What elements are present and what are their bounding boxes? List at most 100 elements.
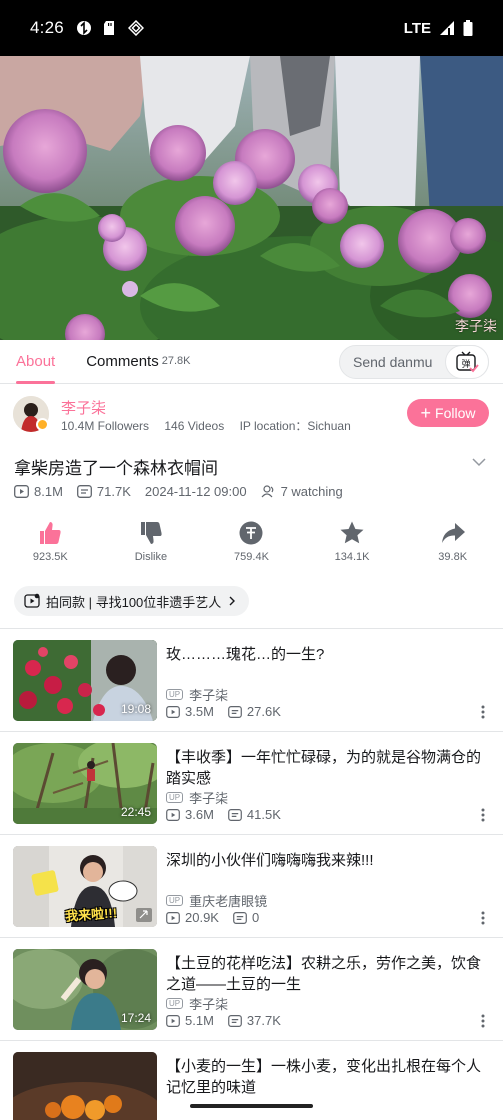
more-options-icon[interactable] — [481, 705, 485, 719]
uploader-name: 李子柒 — [189, 791, 229, 806]
video-thumbnail[interactable]: 17:24 — [13, 949, 157, 1030]
view-count: 3.5M — [185, 704, 214, 719]
thumbs-down-icon — [140, 522, 162, 544]
coin-count: 759.4K — [234, 551, 269, 563]
uploader-row: 李子柒 10.4M Followers 146 Videos IP locati… — [0, 392, 503, 436]
danmaku-count: 71.7K — [96, 484, 131, 499]
up-badge-icon: UP — [166, 998, 184, 1009]
list-item[interactable]: 22:45 【丰收季】一年忙忙碌碌，为的就是谷物满仓的踏实感 UP 李子柒 3.… — [0, 732, 503, 835]
danmu-input[interactable]: Send danmu 弹 — [339, 345, 489, 379]
coin-button[interactable]: 759.4K — [201, 520, 302, 572]
chevron-down-icon[interactable] — [471, 454, 487, 470]
watching-people-icon — [261, 485, 273, 498]
uploader-line: UP 李子柒 — [166, 685, 228, 704]
view-count: 8.1M — [34, 484, 63, 499]
battery-icon — [463, 20, 473, 36]
more-options-icon[interactable] — [481, 808, 485, 822]
like-button[interactable]: 923.5K — [0, 520, 101, 572]
danmu-toggle-button[interactable]: 弹 — [445, 345, 489, 379]
status-time: 4:26 — [30, 18, 64, 37]
publish-date: 2024-11-12 09:00 — [144, 484, 247, 499]
danmaku-count: 0 — [251, 910, 260, 925]
danmu-tv-icon: 弹 — [456, 351, 479, 373]
danmaku-count-icon — [228, 1014, 242, 1027]
danmu-placeholder: Send danmu — [353, 354, 433, 370]
up-badge-icon: UP — [166, 792, 184, 803]
same-style-tag-chip[interactable]: 拍同款 | 寻找100位非遗手艺人 — [14, 586, 250, 616]
watching-count: 7 watching — [280, 484, 343, 499]
share-count: 39.8K — [438, 551, 468, 563]
uploader-name: 重庆老唐眼镜 — [189, 894, 268, 909]
share-button[interactable]: 39.8K — [402, 520, 503, 572]
play-count-icon — [166, 1014, 180, 1027]
video-thumbnail[interactable]: 22:45 — [13, 743, 157, 824]
play-count-icon — [166, 911, 180, 924]
video-duration: 19:08 — [120, 702, 151, 716]
video-title: 【小麦的一生】一株小麦，变化出扎根在每个人记忆里的味道 — [166, 1058, 482, 1096]
video-stats: 20.9K 0 — [166, 910, 273, 925]
video-thumbnail[interactable]: 我来啦!!! — [13, 846, 157, 927]
plus-icon: + — [420, 403, 432, 423]
tab-comments-label: Comments — [86, 353, 159, 370]
videos-count: 146 Videos — [164, 419, 225, 433]
tab-about[interactable]: About — [16, 340, 56, 384]
uploader-meta: 10.4M Followers 146 Videos IP location：S… — [61, 417, 363, 434]
play-count-icon — [166, 705, 180, 718]
danmaku-count-icon — [228, 808, 242, 821]
video-frame — [0, 56, 503, 340]
thumbnail-caption: 我来啦!!! — [64, 905, 118, 924]
list-item[interactable]: 我来啦!!! 深圳的小伙伴们嗨嗨嗨我来辣!!! UP 重庆老唐眼镜 20.9K … — [0, 835, 503, 938]
uploader-line: UP 李子柒 — [166, 788, 228, 807]
uploader-name: 李子柒 — [189, 688, 229, 703]
video-title: 深圳的小伙伴们嗨嗨嗨我来辣!!! — [166, 852, 374, 869]
video-thumbnail[interactable] — [13, 1052, 157, 1120]
tag-chip-label: 拍同款 | 寻找100位非遗手艺人 — [46, 594, 222, 610]
play-count-icon — [14, 485, 29, 498]
coin-icon — [239, 521, 263, 545]
like-count: 923.5K — [32, 551, 68, 563]
video-thumbnail[interactable]: 19:08 — [13, 640, 157, 721]
video-watermark: 李子柒 — [455, 319, 497, 335]
tab-bar: About Comments 27.8K Send danmu 弹 — [0, 340, 503, 384]
favorite-button[interactable]: 134.1K — [302, 520, 403, 572]
list-item[interactable]: 17:24 【土豆的花样吃法】农耕之乐，劳作之美，饮食之道——土豆的一生 UP … — [0, 938, 503, 1041]
up-badge-icon: UP — [166, 689, 184, 700]
sd-card-icon — [103, 21, 114, 35]
star-icon — [340, 521, 364, 544]
uploader-line: UP 重庆老唐眼镜 — [166, 891, 267, 910]
followers-count: 10.4M Followers — [61, 419, 150, 433]
dislike-label: Dislike — [134, 551, 168, 563]
danmaku-count: 27.6K — [246, 704, 281, 719]
thumbs-up-icon — [40, 522, 61, 544]
tab-comments[interactable]: Comments 27.8K — [86, 340, 190, 384]
comments-count: 27.8K — [161, 354, 191, 367]
view-count: 3.6M — [185, 807, 214, 822]
list-item[interactable]: 【小麦的一生】一株小麦，变化出扎根在每个人记忆里的味道 — [0, 1041, 503, 1120]
sync-icon — [76, 21, 91, 35]
video-title: 【丰收季】一年忙忙碌碌，为的就是谷物满仓的踏实感 — [166, 749, 482, 787]
more-options-icon[interactable] — [481, 1014, 485, 1028]
up-badge-icon: UP — [166, 895, 184, 906]
video-player[interactable]: 李子柒 — [0, 56, 503, 340]
signal-icon — [440, 21, 454, 35]
status-bar: 4:26 LTE — [0, 0, 503, 56]
uploader-name: 李子柒 — [189, 997, 229, 1012]
video-template-icon — [24, 593, 40, 608]
danmaku-count-icon — [76, 485, 92, 498]
home-indicator[interactable] — [190, 1104, 313, 1108]
list-item[interactable]: 19:08 玫………瑰花…的一生? UP 李子柒 3.5M 27.6K — [0, 629, 503, 732]
uploader-line: UP 李子柒 — [166, 994, 228, 1013]
recommendation-list: 19:08 玫………瑰花…的一生? UP 李子柒 3.5M 27.6K 22:4… — [0, 629, 503, 1120]
danmaku-count: 37.7K — [246, 1013, 281, 1028]
uploader-name[interactable]: 李子柒 — [61, 397, 106, 418]
video-stats: 3.5M 27.6K — [166, 704, 295, 719]
follow-button[interactable]: + Follow — [407, 399, 489, 427]
more-options-icon[interactable] — [481, 911, 485, 925]
dislike-button[interactable]: Dislike — [101, 520, 202, 572]
danmu-button-label: 弹 — [461, 358, 470, 370]
view-count: 20.9K — [185, 910, 219, 925]
danmaku-count-icon — [228, 705, 242, 718]
play-count-icon — [166, 808, 180, 821]
ip-location: IP location：Sichuan — [239, 419, 351, 433]
video-title: 玫………瑰花…的一生? — [166, 646, 325, 663]
